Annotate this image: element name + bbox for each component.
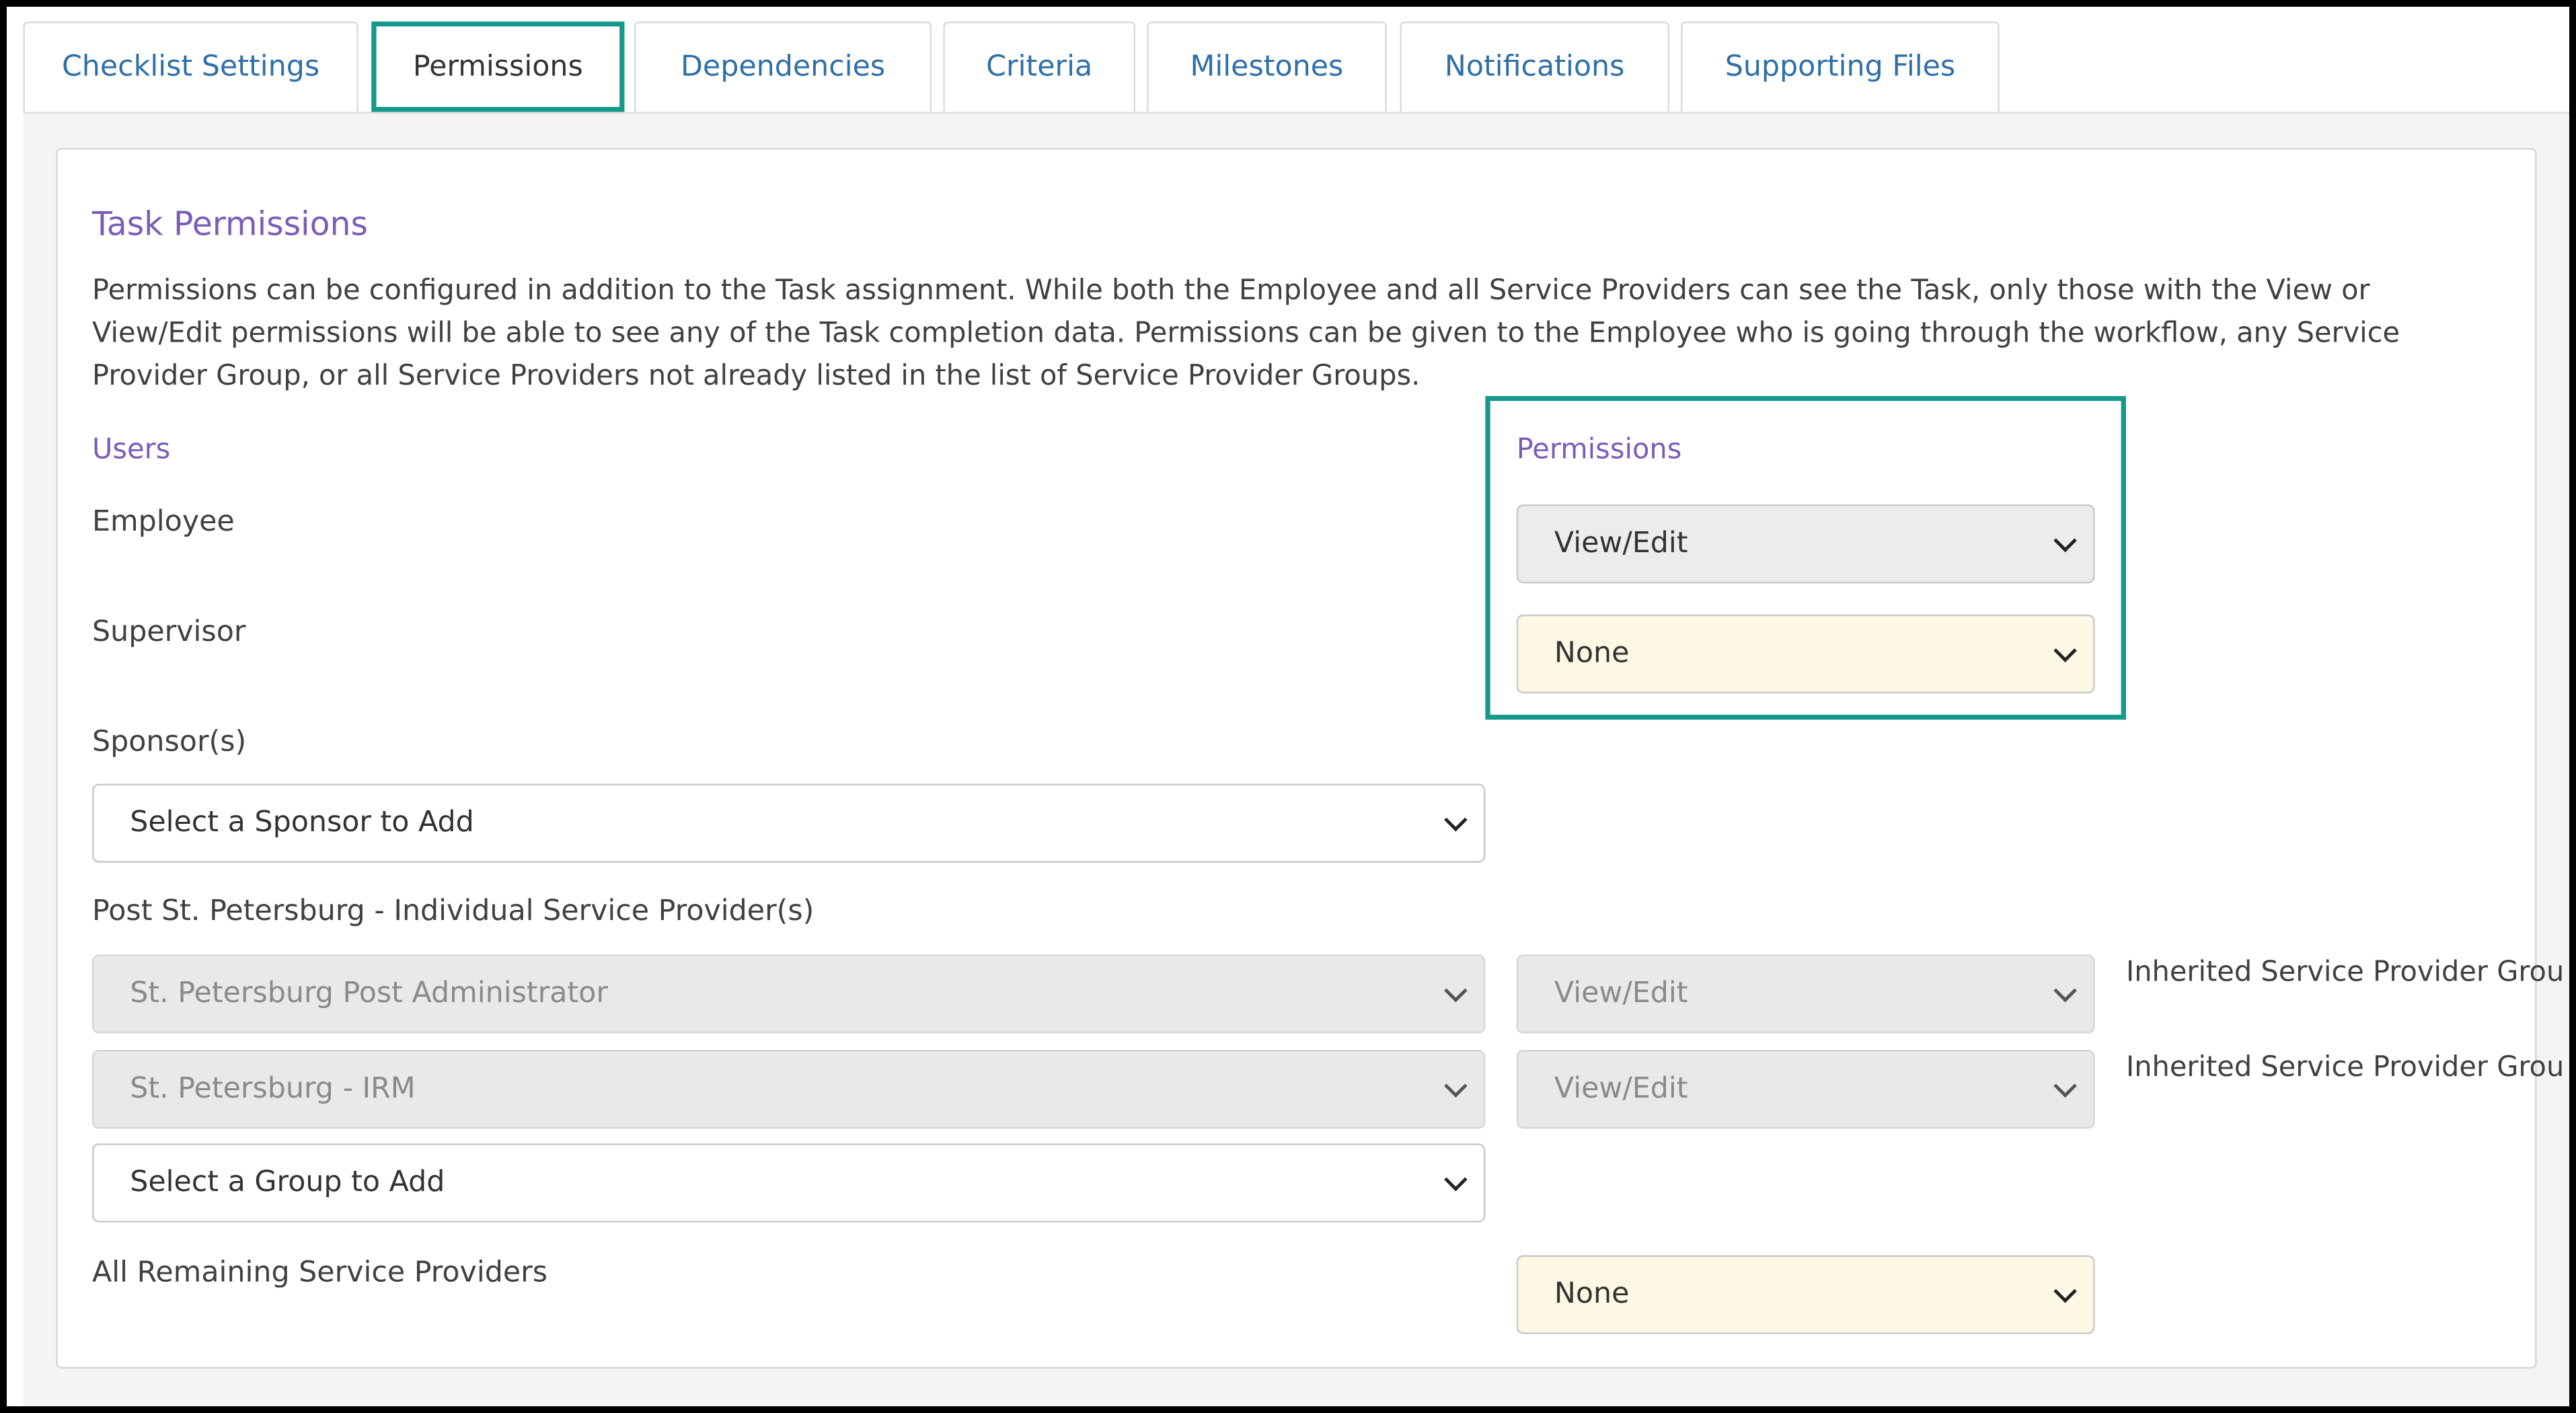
provider-permission-value: View/Edit: [1554, 1073, 1688, 1106]
chevron-down-icon: [1444, 808, 1468, 832]
tab-dependencies[interactable]: Dependencies: [634, 21, 932, 112]
tab-checklist-settings[interactable]: Checklist Settings: [23, 21, 358, 112]
permissions-column-header: Permissions: [1516, 434, 1682, 467]
supervisor-label: Supervisor: [92, 616, 246, 650]
remaining-permission-value: None: [1554, 1278, 1630, 1311]
tab-criteria[interactable]: Criteria: [943, 21, 1136, 112]
chevron-down-icon: [2053, 529, 2077, 553]
group-select[interactable]: Select a Group to Add: [92, 1143, 1486, 1223]
provider-permission-value: View/Edit: [1554, 977, 1688, 1011]
remaining-providers-label: All Remaining Service Providers: [92, 1256, 547, 1290]
chevron-down-icon: [2053, 1279, 2077, 1303]
providers-label: Post St. Petersburg - Individual Service…: [92, 895, 815, 929]
chevron-down-icon: [1444, 1168, 1468, 1192]
tab-supporting-files[interactable]: Supporting Files: [1681, 21, 2000, 112]
tab-permissions[interactable]: Permissions: [371, 21, 625, 112]
provider-select-post-administrator: St. Petersburg Post Administrator: [92, 954, 1486, 1034]
employee-permission-select[interactable]: View/Edit: [1516, 504, 2095, 584]
inherited-note: Inherited Service Provider Grou: [2125, 956, 2565, 989]
screenshot-frame: Checklist Settings Permissions Dependenc…: [0, 0, 2576, 1413]
page: Checklist Settings Permissions Dependenc…: [7, 7, 2569, 1406]
provider-name: St. Petersburg Post Administrator: [130, 977, 608, 1011]
provider-name: St. Petersburg - IRM: [130, 1073, 416, 1106]
section-description: Permissions can be configured in additio…: [92, 274, 2400, 393]
sponsor-select-placeholder: Select a Sponsor to Add: [130, 806, 474, 840]
supervisor-permission-select[interactable]: None: [1516, 614, 2095, 694]
inherited-note: Inherited Service Provider Grou: [2125, 1051, 2565, 1085]
provider-permission-select-irm: View/Edit: [1516, 1050, 2095, 1129]
group-select-placeholder: Select a Group to Add: [130, 1166, 445, 1200]
sponsor-select[interactable]: Select a Sponsor to Add: [92, 784, 1486, 863]
chevron-down-icon: [2053, 979, 2077, 1003]
chevron-down-icon: [1444, 1074, 1468, 1098]
tab-milestones[interactable]: Milestones: [1147, 21, 1387, 112]
chevron-down-icon: [1444, 979, 1468, 1003]
provider-permission-select-post-administrator: View/Edit: [1516, 954, 2095, 1034]
chevron-down-icon: [2053, 1074, 2077, 1098]
remaining-permission-select[interactable]: None: [1516, 1255, 2095, 1334]
section-title: Task Permissions: [92, 204, 368, 243]
tab-bar: Checklist Settings Permissions Dependenc…: [7, 7, 2569, 114]
tab-bar-divider: [23, 112, 2569, 114]
sponsors-label: Sponsor(s): [92, 726, 247, 759]
supervisor-permission-value: None: [1554, 637, 1630, 671]
employee-label: Employee: [92, 506, 235, 539]
provider-select-irm: St. Petersburg - IRM: [92, 1050, 1486, 1129]
chevron-down-icon: [2053, 639, 2077, 662]
employee-permission-value: View/Edit: [1554, 527, 1688, 561]
tab-notifications[interactable]: Notifications: [1400, 21, 1669, 112]
users-column-header: Users: [92, 434, 171, 467]
